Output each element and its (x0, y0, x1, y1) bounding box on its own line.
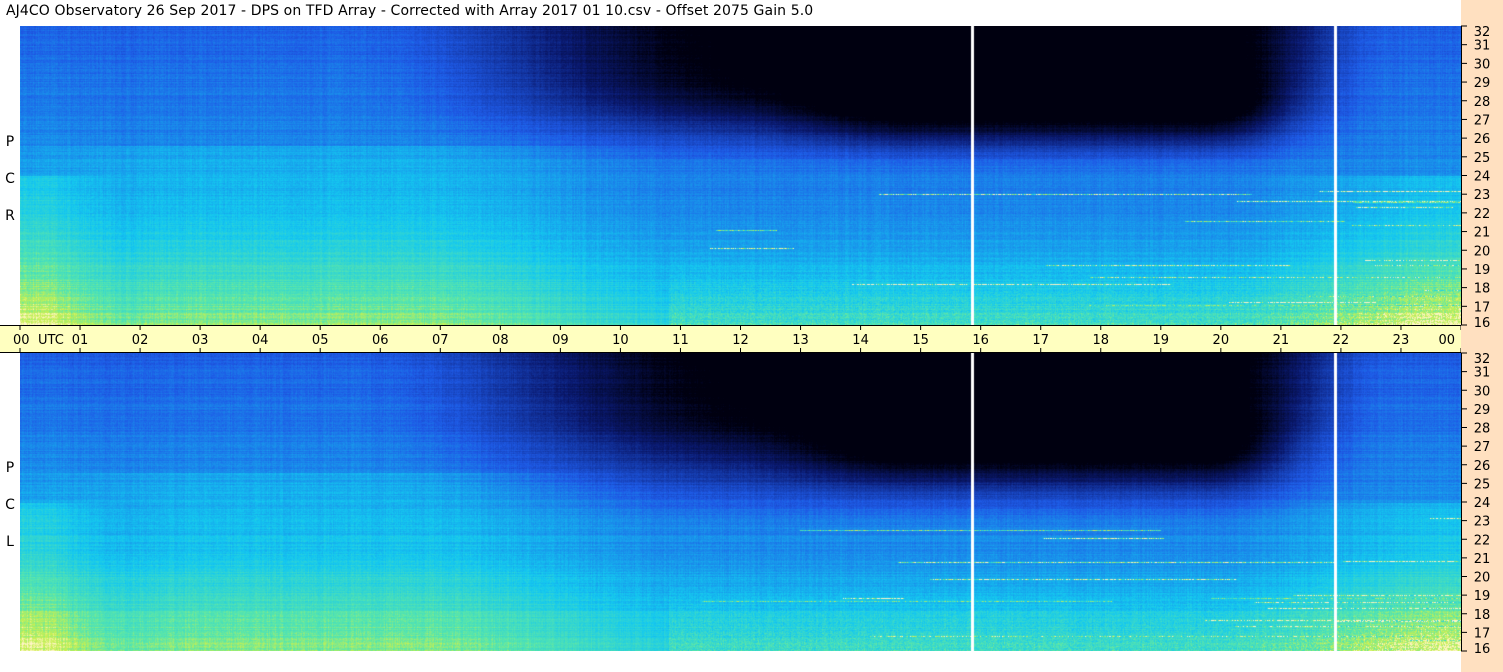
frequency-tick-label: 30 (1474, 57, 1491, 72)
time-tick-label: 03 (192, 333, 209, 348)
time-tick-label: 23 (1393, 333, 1410, 348)
lcp-spectrogram (20, 353, 1461, 651)
frequency-tick-label: 28 (1474, 422, 1491, 437)
frequency-tick-label: 20 (1474, 571, 1491, 586)
time-tick-label: 14 (852, 333, 869, 348)
rcp-spectrogram (20, 26, 1461, 325)
frequency-tick-label: 17 (1474, 300, 1491, 315)
frequency-tick-label: 21 (1474, 226, 1491, 241)
rcp-letter-p: P (5, 134, 15, 150)
frequency-tick-label: 17 (1474, 626, 1491, 641)
time-tick-label: 00 (13, 333, 30, 348)
time-tick-label: 08 (492, 333, 509, 348)
time-unit-label: UTC (38, 333, 64, 348)
frequency-tick-label: 28 (1474, 95, 1491, 110)
frequency-tick-label: 25 (1474, 477, 1491, 492)
frequency-tick-label: 16 (1474, 316, 1491, 331)
frequency-tick-label: 22 (1474, 533, 1491, 548)
lcp-letter-c: C (5, 497, 15, 513)
frequency-tick-label: 32 (1474, 352, 1491, 367)
time-tick-label: 22 (1333, 333, 1350, 348)
time-tick-label: 06 (372, 333, 389, 348)
page-title: AJ4CO Observatory 26 Sep 2017 - DPS on T… (6, 3, 814, 19)
frequency-tick-label: 30 (1474, 384, 1491, 399)
frequency-tick-label: 20 (1474, 244, 1491, 259)
time-axis: 00 01 02 03 04 05 06 07 08 09 10 11 12 13 14 15 16 17 18 19… (0, 325, 1503, 353)
time-tick-label: 21 (1273, 333, 1290, 348)
time-tick-label: 16 (972, 333, 989, 348)
frequency-tick-label: 19 (1474, 589, 1491, 604)
frequency-tick-label: 26 (1474, 459, 1491, 474)
lcp-letter-l: L (6, 534, 14, 550)
frequency-tick-label: 18 (1474, 282, 1491, 297)
time-tick-label: 12 (732, 333, 749, 348)
frequency-tick-label: 21 (1474, 552, 1491, 567)
time-tick-label: 09 (552, 333, 569, 348)
frequency-tick-label: 19 (1474, 263, 1491, 278)
frequency-tick-label: 32 (1474, 25, 1491, 40)
time-tick-label: 20 (1213, 333, 1230, 348)
time-tick-label: 05 (312, 333, 329, 348)
frequency-tick-label: 24 (1474, 170, 1491, 185)
frequency-tick-label: 31 (1474, 366, 1491, 381)
time-tick-label: 07 (432, 333, 449, 348)
frequency-tick-label: 23 (1474, 188, 1491, 203)
frequency-tick-label: 29 (1474, 76, 1491, 91)
time-tick-label: 10 (612, 333, 629, 348)
frequency-tick-label: 26 (1474, 132, 1491, 147)
frequency-tick-label: 29 (1474, 403, 1491, 418)
time-tick-label: 19 (1153, 333, 1170, 348)
frequency-tick-label: 23 (1474, 515, 1491, 530)
frequency-tick-label: 25 (1474, 151, 1491, 166)
time-tick-label: 02 (132, 333, 149, 348)
rcp-label: P C R (2, 124, 18, 235)
time-tick-label: 13 (792, 333, 809, 348)
frequency-tick-label: 18 (1474, 608, 1491, 623)
frequency-axis: 1617181920212223242526272829303132161718… (1461, 0, 1503, 672)
time-tick-label: 17 (1032, 333, 1049, 348)
frequency-tick-label: 27 (1474, 113, 1491, 128)
lcp-label: P C L (2, 450, 18, 561)
time-tick-label: 18 (1092, 333, 1109, 348)
frequency-tick-label: 16 (1474, 642, 1491, 657)
frequency-tick-label: 31 (1474, 39, 1491, 54)
time-tick-label: 11 (672, 333, 689, 348)
rcp-letter-r: R (5, 208, 15, 224)
lcp-letter-p: P (5, 460, 15, 476)
frequency-tick-label: 24 (1474, 496, 1491, 511)
frequency-tick-label: 27 (1474, 440, 1491, 455)
time-tick-label: 15 (912, 333, 929, 348)
time-tick-label: 00 (1438, 333, 1455, 348)
time-tick-label: 04 (252, 333, 269, 348)
rcp-letter-c: C (5, 171, 15, 187)
time-tick-label: 01 (72, 333, 89, 348)
frequency-tick-label: 22 (1474, 207, 1491, 222)
